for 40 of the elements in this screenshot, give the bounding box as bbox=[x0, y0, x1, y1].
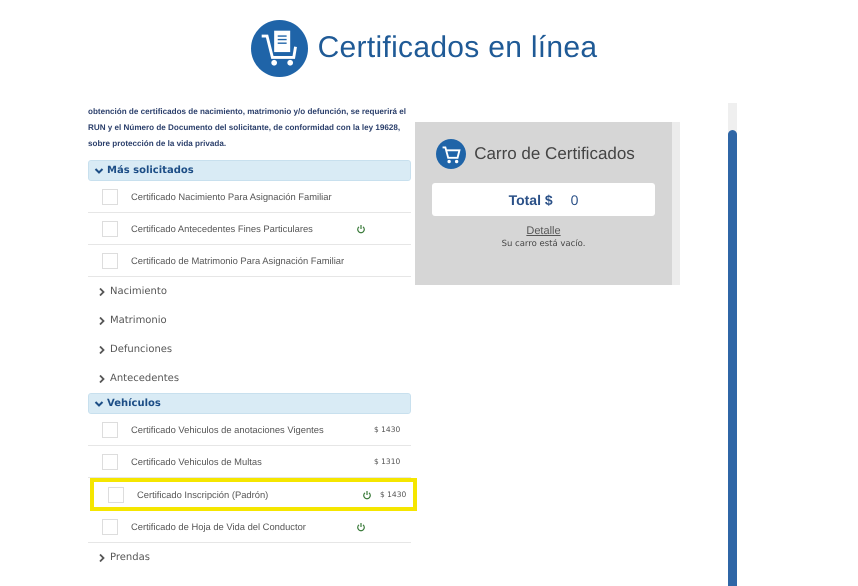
checkbox[interactable] bbox=[102, 454, 118, 470]
checkbox[interactable] bbox=[102, 252, 118, 268]
chevron-right-icon bbox=[97, 316, 107, 326]
intro-paragraph: obtención de certificados de nacimiento, matrimonio y/o defunción, se requerirá el RUN y el Número de Documento del solicitante, de conformidad con la ley 19628, sobre protección de la vida privada. bbox=[88, 106, 407, 150]
chevron-down-icon bbox=[94, 166, 104, 176]
page-title: Certificados en línea bbox=[318, 31, 598, 65]
cart-message: Su carro está vacío. bbox=[502, 239, 586, 249]
detail-link[interactable]: Detalle bbox=[526, 225, 561, 237]
section-header[interactable]: Vehículos bbox=[88, 393, 411, 414]
power-icon bbox=[356, 522, 366, 532]
section-header[interactable]: Nacimiento bbox=[88, 277, 411, 306]
item-label: Certificado Inscripción (Padrón) bbox=[137, 489, 270, 500]
total-value: 0 bbox=[570, 192, 578, 208]
checkbox[interactable] bbox=[108, 486, 124, 502]
cart-icon bbox=[436, 139, 466, 169]
section-header[interactable]: Defunciones bbox=[88, 335, 411, 364]
item-label: Certificado de Hoja de Vida del Conductor bbox=[131, 521, 307, 532]
checkbox[interactable] bbox=[102, 518, 118, 534]
chevron-down-icon bbox=[94, 398, 104, 408]
checkbox[interactable] bbox=[102, 220, 118, 236]
item-label: Certificado de Matrimonio Para Asignación Familiar bbox=[131, 255, 346, 266]
section-header[interactable]: Más solicitados bbox=[88, 160, 411, 181]
power-icon bbox=[356, 224, 366, 234]
checkbox[interactable] bbox=[102, 188, 118, 204]
power-icon bbox=[362, 490, 372, 500]
chevron-right-icon bbox=[97, 374, 107, 384]
chevron-right-icon bbox=[97, 286, 107, 296]
item-label: Certificado Vehiculos de Multas bbox=[131, 456, 263, 467]
chevron-right-icon bbox=[97, 552, 107, 562]
cart-document-icon bbox=[250, 20, 308, 76]
item-label: Certificado Vehiculos de anotaciones Vigentes bbox=[131, 424, 325, 435]
checkbox[interactable] bbox=[102, 422, 118, 438]
section-header[interactable]: Prendas bbox=[88, 543, 411, 572]
total-label: Total $ bbox=[508, 192, 553, 208]
chevron-right-icon bbox=[97, 344, 107, 354]
item-label: Certificado Antecedentes Fines Particulares bbox=[131, 223, 314, 234]
section-header[interactable]: Antecedentes bbox=[88, 364, 411, 393]
cart-title: Carro de Certificados bbox=[474, 144, 635, 164]
section-header[interactable]: Matrimonio bbox=[88, 306, 411, 335]
item-label: Certificado Nacimiento Para Asignación Familiar bbox=[131, 191, 333, 202]
